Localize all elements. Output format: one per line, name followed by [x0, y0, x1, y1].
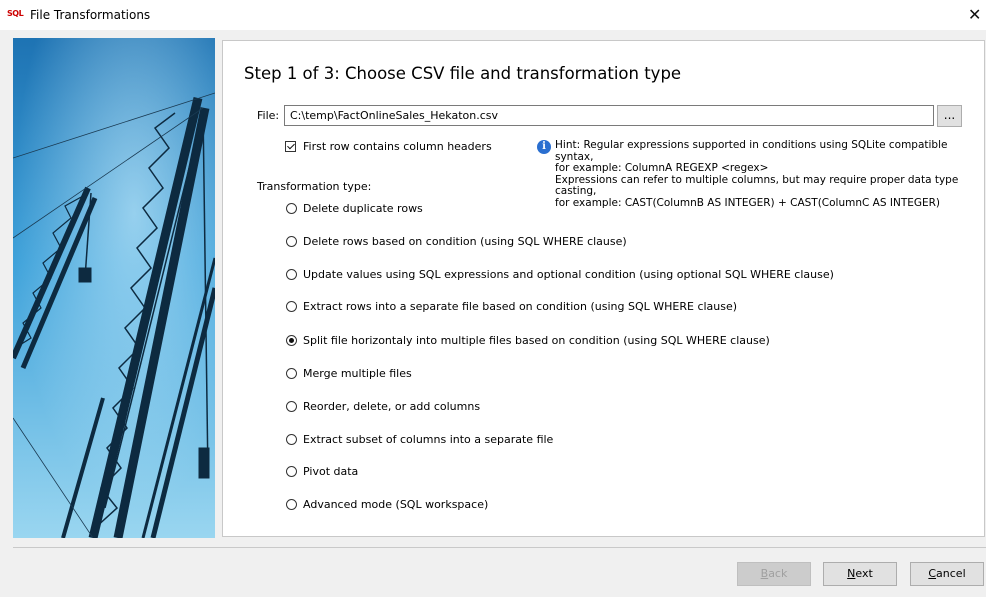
radio-icon[interactable] [286, 434, 297, 445]
file-path-input[interactable] [284, 105, 934, 126]
radio-icon[interactable] [286, 269, 297, 280]
radio-reorder-columns[interactable]: Reorder, delete, or add columns [286, 400, 480, 413]
radio-icon[interactable] [286, 466, 297, 477]
title-bar: SQL File Transformations ✕ [0, 0, 986, 30]
radio-label: Update values using SQL expressions and … [303, 268, 834, 281]
radio-split-file[interactable]: Split file horizontaly into multiple fil… [286, 334, 770, 347]
radio-extract-rows[interactable]: Extract rows into a separate file based … [286, 300, 737, 313]
window-title: File Transformations [30, 8, 151, 22]
radio-label: Merge multiple files [303, 367, 412, 380]
footer-divider [13, 547, 986, 548]
radio-label: Extract subset of columns into a separat… [303, 433, 554, 446]
cancel-button[interactable]: Cancel [910, 562, 984, 586]
hint-line: Hint: Regular expressions supported in c… [555, 139, 948, 163]
radio-label: Extract rows into a separate file based … [303, 300, 738, 313]
radio-selected-icon[interactable] [286, 335, 297, 346]
hint-line: Expressions can refer to multiple column… [555, 173, 959, 197]
radio-merge-files[interactable]: Merge multiple files [286, 367, 412, 380]
radio-label: Split file horizontaly into multiple fil… [303, 334, 770, 347]
radio-icon[interactable] [286, 236, 297, 247]
close-icon[interactable]: ✕ [968, 5, 981, 24]
radio-advanced-mode[interactable]: Advanced mode (SQL workspace) [286, 498, 488, 511]
checkbox-checked-icon[interactable] [285, 141, 296, 152]
info-icon: i [537, 140, 551, 154]
radio-label: Delete duplicate rows [303, 202, 423, 215]
checkbox-label: First row contains column headers [303, 140, 492, 153]
file-label: File: [257, 109, 280, 122]
transformation-type-label: Transformation type: [257, 180, 372, 193]
next-button[interactable]: Next [823, 562, 897, 586]
hint-line: for example: ColumnA REGEXP <regex> [555, 162, 769, 174]
hint-line: for example: CAST(ColumnB AS INTEGER) + … [555, 196, 941, 209]
radio-delete-duplicates[interactable]: Delete duplicate rows [286, 202, 423, 215]
first-row-headers-checkbox[interactable]: First row contains column headers [285, 140, 492, 153]
radio-icon[interactable] [286, 368, 297, 379]
radio-label: Delete rows based on condition (using SQ… [303, 235, 627, 248]
radio-label: Reorder, delete, or add columns [303, 400, 481, 413]
radio-icon[interactable] [286, 401, 297, 412]
radio-delete-rows-condition[interactable]: Delete rows based on condition (using SQ… [286, 235, 627, 248]
hint-text: Hint: Regular expressions supported in c… [555, 139, 975, 209]
browse-button[interactable]: ... [937, 105, 962, 127]
page-title: Step 1 of 3: Choose CSV file and transfo… [244, 64, 682, 83]
radio-label: Pivot data [303, 465, 359, 478]
radio-pivot-data[interactable]: Pivot data [286, 465, 358, 478]
sql-app-icon: SQL [7, 9, 24, 18]
radio-icon[interactable] [286, 203, 297, 214]
crane-illustration [13, 38, 215, 538]
radio-icon[interactable] [286, 499, 297, 510]
back-button[interactable]: Back [737, 562, 811, 586]
radio-extract-columns[interactable]: Extract subset of columns into a separat… [286, 433, 553, 446]
radio-label: Advanced mode (SQL workspace) [303, 498, 489, 511]
radio-icon[interactable] [286, 301, 297, 312]
radio-update-values[interactable]: Update values using SQL expressions and … [286, 268, 834, 281]
